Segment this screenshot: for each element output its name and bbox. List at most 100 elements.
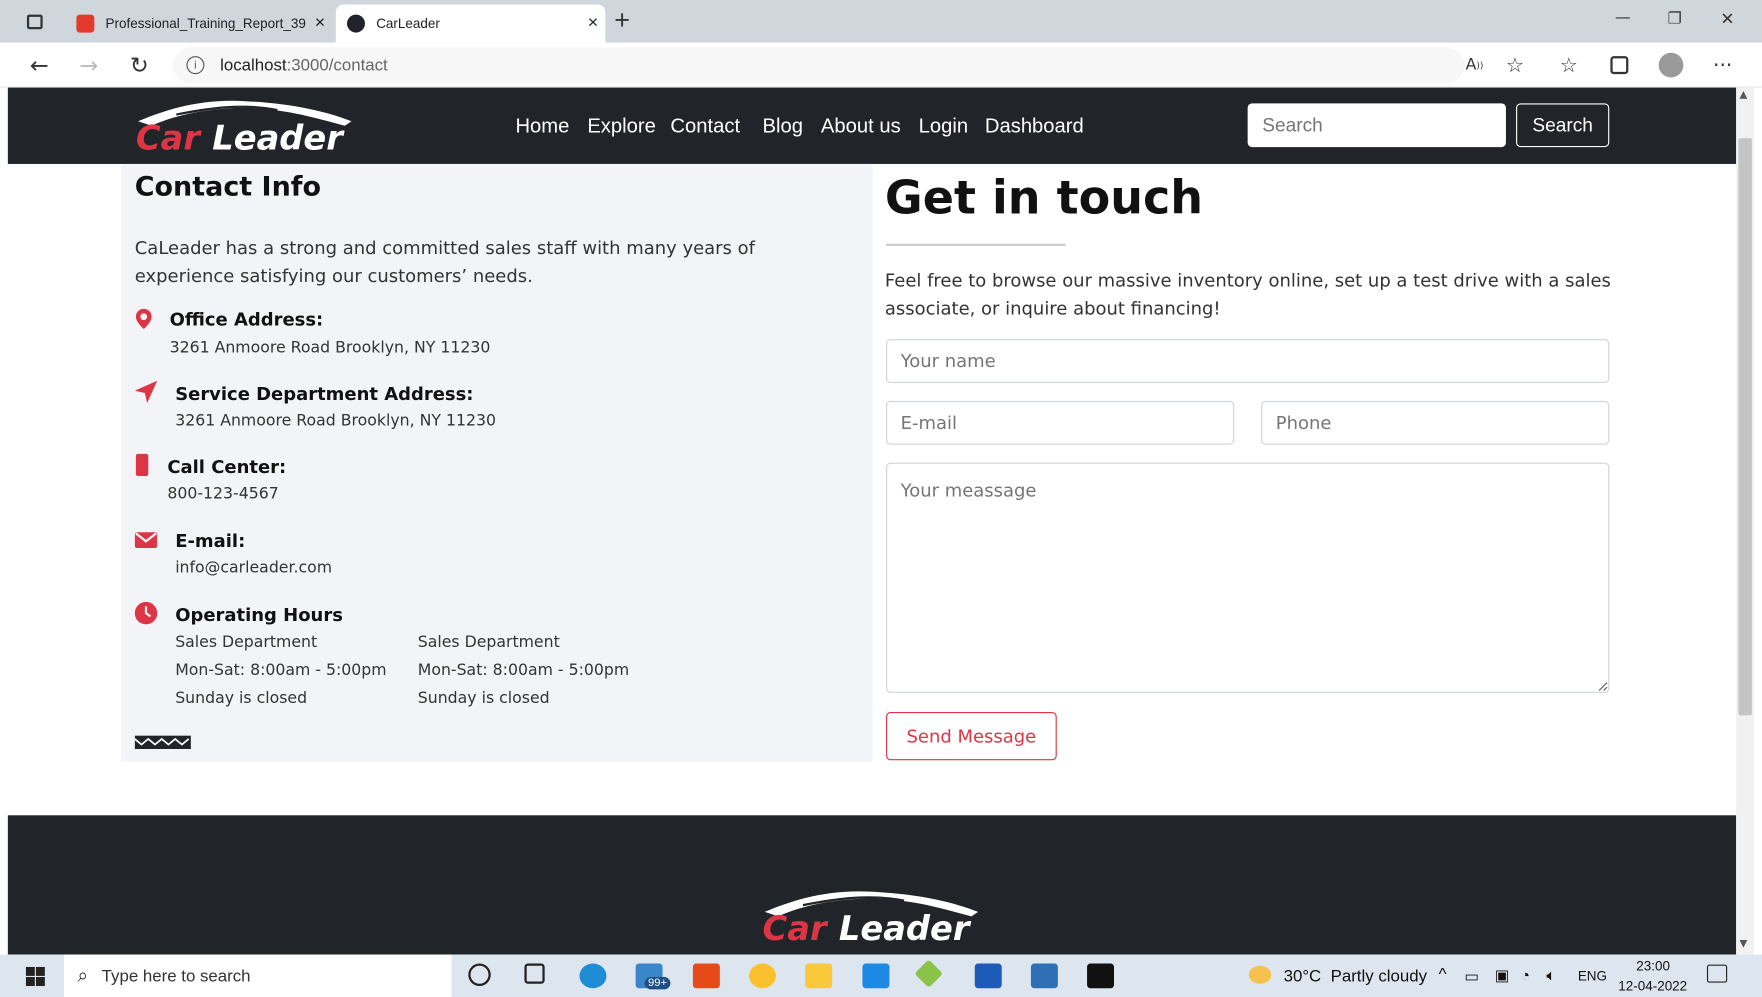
message-field[interactable] xyxy=(886,462,1610,693)
forward-icon[interactable]: → xyxy=(72,49,106,80)
mobile-phone-icon xyxy=(135,453,149,477)
tab-close-icon[interactable]: × xyxy=(581,13,606,33)
tab-close-icon[interactable]: × xyxy=(308,13,333,33)
browser-tab-strip: Professional_Training_Report_39 × CarLea… xyxy=(0,0,1762,43)
taskbar-search[interactable]: ⌕ Type here to search xyxy=(64,954,452,997)
clock-icon xyxy=(134,601,158,625)
nav-home[interactable]: Home xyxy=(515,115,569,139)
hours-days: Mon-Sat: 8:00am - 5:00pm xyxy=(175,661,387,680)
search-input[interactable] xyxy=(1247,103,1506,148)
cortana-icon[interactable] xyxy=(468,963,491,986)
word-icon[interactable] xyxy=(974,963,1002,989)
vscode-icon[interactable] xyxy=(862,963,890,989)
url-field[interactable]: i localhost :3000/contact xyxy=(172,47,1465,84)
task-view-icon[interactable] xyxy=(524,963,545,984)
site-navbar: Car Leader Home Explore Contact Blog Abo… xyxy=(7,87,1737,164)
location-arrow-icon xyxy=(134,380,158,404)
send-message-button[interactable]: Send Message xyxy=(886,711,1057,761)
heading-underline xyxy=(886,243,1066,246)
email-text: info@carleader.com xyxy=(175,559,333,578)
hours-closed: Sunday is closed xyxy=(175,689,308,708)
network-icon[interactable]: ◔ xyxy=(1521,966,1531,984)
nav-contact[interactable]: Contact xyxy=(670,115,740,139)
service-address-title: Service Department Address: xyxy=(175,382,474,405)
call-center-title: Call Center: xyxy=(167,455,287,478)
contact-info-heading: Contact Info xyxy=(134,170,322,203)
tab-actions-icon[interactable] xyxy=(26,14,43,30)
meet-now-icon[interactable]: ▣ xyxy=(1495,966,1510,985)
profile-icon[interactable] xyxy=(1654,49,1688,80)
react-icon xyxy=(347,14,365,33)
browser-tab-pdf[interactable]: Professional_Training_Report_39 × xyxy=(65,4,332,42)
clock-date[interactable]: 12-04-2022 xyxy=(1618,978,1687,994)
scroll-up-icon[interactable]: ▲ xyxy=(1740,90,1748,101)
email-field[interactable] xyxy=(886,400,1235,445)
file-explorer-icon[interactable] xyxy=(805,963,833,989)
collections-icon[interactable] xyxy=(1603,49,1637,80)
browser-tab-carleader[interactable]: CarLeader × xyxy=(335,4,606,43)
nav-explore[interactable]: Explore xyxy=(587,115,656,139)
phone-field[interactable] xyxy=(1261,400,1610,445)
nav-dashboard[interactable]: Dashboard xyxy=(985,115,1084,139)
name-field[interactable] xyxy=(886,339,1610,383)
photos-icon[interactable] xyxy=(1030,963,1058,989)
favorites-icon[interactable]: ☆ xyxy=(1552,49,1586,80)
nav-blog[interactable]: Blog xyxy=(763,115,803,139)
language-indicator[interactable]: ENG xyxy=(1578,968,1607,984)
gitkraken-icon[interactable] xyxy=(914,959,944,988)
read-aloud-icon[interactable]: A)) xyxy=(1458,49,1492,80)
scroll-down-icon[interactable]: ▼ xyxy=(1740,939,1748,950)
windows-start-icon[interactable] xyxy=(25,966,45,986)
new-tab-button[interactable]: + xyxy=(614,6,630,37)
add-favorite-icon[interactable]: ☆ xyxy=(1498,49,1532,80)
operating-hours-title: Operating Hours xyxy=(175,604,343,626)
hours-days: Mon-Sat: 8:00am - 5:00pm xyxy=(417,661,630,680)
tray-chevron-icon[interactable]: ^ xyxy=(1439,965,1447,984)
tab-title: CarLeader xyxy=(376,15,440,32)
windows-taskbar: ⌕ Type here to search 99+ 30°C Partly cl… xyxy=(0,954,1762,997)
nav-login[interactable]: Login xyxy=(919,115,968,139)
tab-title: Professional_Training_Report_39 xyxy=(105,15,306,32)
weather-text[interactable]: 30°C Partly cloudy xyxy=(1284,967,1427,986)
service-address-text: 3261 Anmoore Road Brooklyn, NY 11230 xyxy=(175,412,496,431)
close-window-button[interactable]: ✕ xyxy=(1720,9,1734,29)
office-icon[interactable] xyxy=(692,963,720,989)
terminal-icon[interactable] xyxy=(1087,963,1115,989)
site-footer: Car Leader xyxy=(7,815,1737,955)
pdf-icon xyxy=(76,14,95,33)
edge-icon[interactable] xyxy=(579,963,607,989)
volume-icon[interactable]: 🔈︎ xyxy=(1546,966,1555,985)
office-address-title: Office Address: xyxy=(169,308,324,331)
taskbar-search-placeholder: Type here to search xyxy=(101,966,251,986)
envelope-icon xyxy=(134,532,158,549)
call-center-text: 800-123-4567 xyxy=(167,485,279,504)
search-button[interactable]: Search xyxy=(1516,103,1610,148)
notifications-icon[interactable] xyxy=(1706,964,1728,983)
minimize-button[interactable]: — xyxy=(1615,9,1631,27)
logo-text-car: Car xyxy=(135,119,200,159)
hours-dept: Sales Department xyxy=(417,633,560,652)
logo-text-leader: Leader xyxy=(838,909,970,949)
more-icon[interactable]: ··· xyxy=(1706,49,1740,80)
refresh-icon[interactable]: ↻ xyxy=(122,49,156,80)
scrollbar-thumb[interactable] xyxy=(1738,138,1752,716)
restore-button[interactable]: ❐ xyxy=(1668,10,1682,28)
carleader-logo[interactable]: Car Leader xyxy=(131,94,356,159)
battery-icon[interactable]: ▭ xyxy=(1464,967,1479,986)
hours-column-2: Sales Department Mon-Sat: 8:00am - 5:00p… xyxy=(418,629,629,713)
weather-icon[interactable] xyxy=(1248,965,1272,984)
hours-closed: Sunday is closed xyxy=(417,689,550,708)
chrome-icon[interactable] xyxy=(749,963,776,989)
search-icon: ⌕ xyxy=(77,964,89,986)
info-icon[interactable]: i xyxy=(186,56,205,75)
back-icon[interactable]: ← xyxy=(22,49,56,80)
get-in-touch-heading: Get in touch xyxy=(884,170,1204,225)
footer-logo[interactable]: Car Leader xyxy=(758,885,983,950)
zigzag-divider-icon xyxy=(134,735,191,750)
logo-text-leader: Leader xyxy=(212,119,343,159)
get-in-touch-text: Feel free to browse our massive inventor… xyxy=(884,269,1611,319)
contact-info-intro: CaLeader has a strong and committed sale… xyxy=(134,236,755,287)
nav-about[interactable]: About us xyxy=(821,115,901,139)
clock-time[interactable]: 23:00 xyxy=(1636,958,1670,974)
map-pin-icon xyxy=(135,308,152,330)
